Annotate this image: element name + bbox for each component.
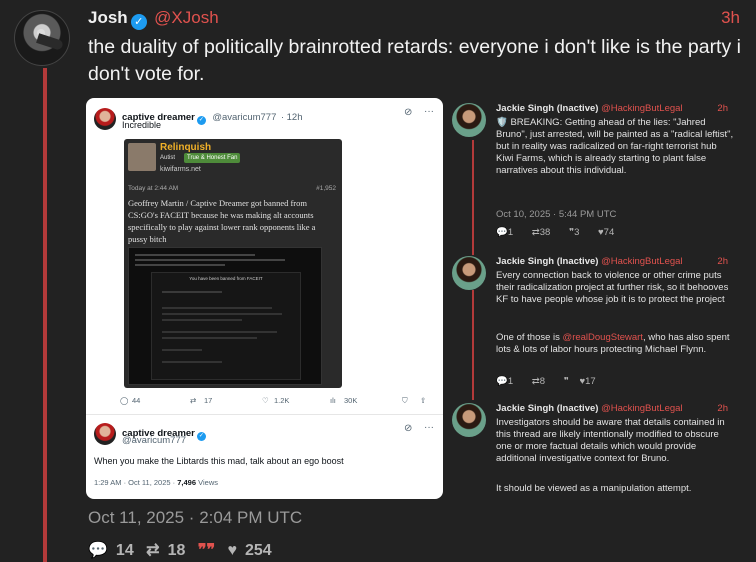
divider [86,414,443,415]
faceit-title: You have been banned from FACEIT [189,276,263,281]
kf-body: Geoffrey Martin / Captive Dreamer got ba… [128,198,316,244]
embed-author-handle: @avaricum777 [122,435,187,446]
kf-username: Relinquish [160,142,212,153]
kiwifarms-post-screenshot: Relinquish Autist True & Honest Fan kiwi… [124,139,342,388]
author-handle[interactable]: @XJosh [154,8,219,27]
embed-meta: 1:29 AM · Oct 11, 2025 · 7,496 Views [94,478,218,487]
reply-text: Every connection back to violence or oth… [496,270,729,305]
quote-icon[interactable]: ❞❞ [198,542,215,559]
reply-author: Jackie Singh (Inactive) @HackingButLegal [496,256,683,267]
repost-icon[interactable]: ⇄ [190,396,196,405]
reply-icon: 💬1 [496,376,514,387]
like-icon: ♥17 [579,376,596,387]
embed-like-count: 1.2K [274,396,290,405]
post-header: Josh ✓ @XJosh 3h [88,8,740,30]
reply-time[interactable]: 2h [717,403,728,414]
avatar [128,143,156,171]
repost-icon: ⇄38 [531,227,551,238]
reply-date[interactable]: Oct 10, 2025 · 5:44 PM UTC [496,209,616,220]
reply-author: Jackie Singh (Inactive) @HackingButLegal [496,403,683,414]
embed-time: · 12h [280,112,303,123]
embed-action-bar: ◯ 44 ⇄ 17 ♡ 1.2K ılı 30K ⛉ ⇧ [120,396,429,408]
reply-time[interactable]: 2h [717,256,728,267]
embed-text: When you make the Libtards this mad, tal… [94,456,344,466]
like-count: 254 [245,542,272,559]
views-icon[interactable]: ılı [330,396,336,405]
reply-stats: 💬1 ⇄38 ❞3 ♥74 [496,227,630,238]
avatar[interactable] [452,403,486,437]
reply-icon[interactable]: ◯ [120,396,128,405]
repost-icon: ⇄8 [531,376,546,387]
reply-stats: 💬1 ⇄8 ❞ ♥17 [496,376,612,387]
embed-author-handle: @avaricum777 [212,112,277,123]
reply-text: 🛡️ BREAKING: Getting ahead of the lies: … [496,117,734,176]
post-time[interactable]: 3h [721,8,740,28]
post-stats: 💬 14 ⇄ 18 ❞❞ ♥ 254 [88,540,280,560]
avatar[interactable] [452,256,486,290]
faceit-screenshot: You have been banned from FACEIT [128,247,322,385]
grok-icon: ⊘ [404,423,413,434]
kf-site: kiwifarms.net [160,166,201,173]
embed-views-count: 30K [344,396,358,405]
avatar [94,108,116,130]
verified-icon: ✓ [130,14,147,30]
embedded-image[interactable]: captive dreamer ✓ @avaricum777 · 12h Incr… [86,98,443,499]
embed-text: Incredible [122,120,162,130]
embed-repost-count: 17 [204,396,213,405]
verified-icon: ✓ [196,116,206,125]
quote-icon: ❞3 [568,227,580,238]
quote-icon: ❞ [563,376,569,387]
bookmark-icon[interactable]: ⛉ [402,396,408,406]
post-date[interactable]: Oct 11, 2025 · 2:04 PM UTC [88,508,302,528]
reply-text-2: One of those is @realDougStewart, who ha… [496,332,730,355]
repost-icon[interactable]: ⇄ [146,542,159,559]
kf-role: Autist [160,155,176,161]
reply-author: Jackie Singh (Inactive) @HackingButLegal [496,103,683,114]
more-icon: ··· [424,106,434,117]
avatar [94,423,116,445]
grok-icon: ⊘ [404,107,413,118]
reply-icon[interactable]: 💬 [88,542,108,559]
thread-line [43,68,47,562]
kf-badge: True & Honest Fan [184,153,241,163]
like-icon: ♥74 [598,227,615,238]
avatar[interactable] [14,10,70,66]
embed-reply-count: 44 [132,396,141,405]
more-icon: ··· [424,422,434,433]
post-text: the duality of politically brainrotted r… [88,36,741,85]
kf-timestamp: Today at 2:44 AM [128,185,179,192]
like-icon[interactable]: ♡ [262,396,269,405]
author-name[interactable]: Josh [88,8,128,27]
reply-2[interactable]: Jackie Singh (Inactive) @HackingButLegal… [452,256,742,396]
verified-icon: ✓ [196,432,206,441]
reply-text-2: It should be viewed as a manipulation at… [496,483,692,494]
share-icon[interactable]: ⇧ [420,396,426,405]
reply-icon: 💬1 [496,227,514,238]
avatar[interactable] [452,103,486,137]
reply-time[interactable]: 2h [717,103,728,114]
reply-text: Investigators should be aware that detai… [496,417,725,464]
repost-count: 18 [167,542,186,559]
reply-3[interactable]: Jackie Singh (Inactive) @HackingButLegal… [452,403,742,503]
mention-link[interactable]: @realDougStewart [563,332,643,343]
reply-count: 14 [115,542,134,559]
like-icon[interactable]: ♥ [228,542,238,559]
kf-post-number: #1,952 [316,185,336,192]
faceit-email: You have been banned from FACEIT [151,272,301,380]
reply-1[interactable]: Jackie Singh (Inactive) @HackingButLegal… [452,103,742,243]
